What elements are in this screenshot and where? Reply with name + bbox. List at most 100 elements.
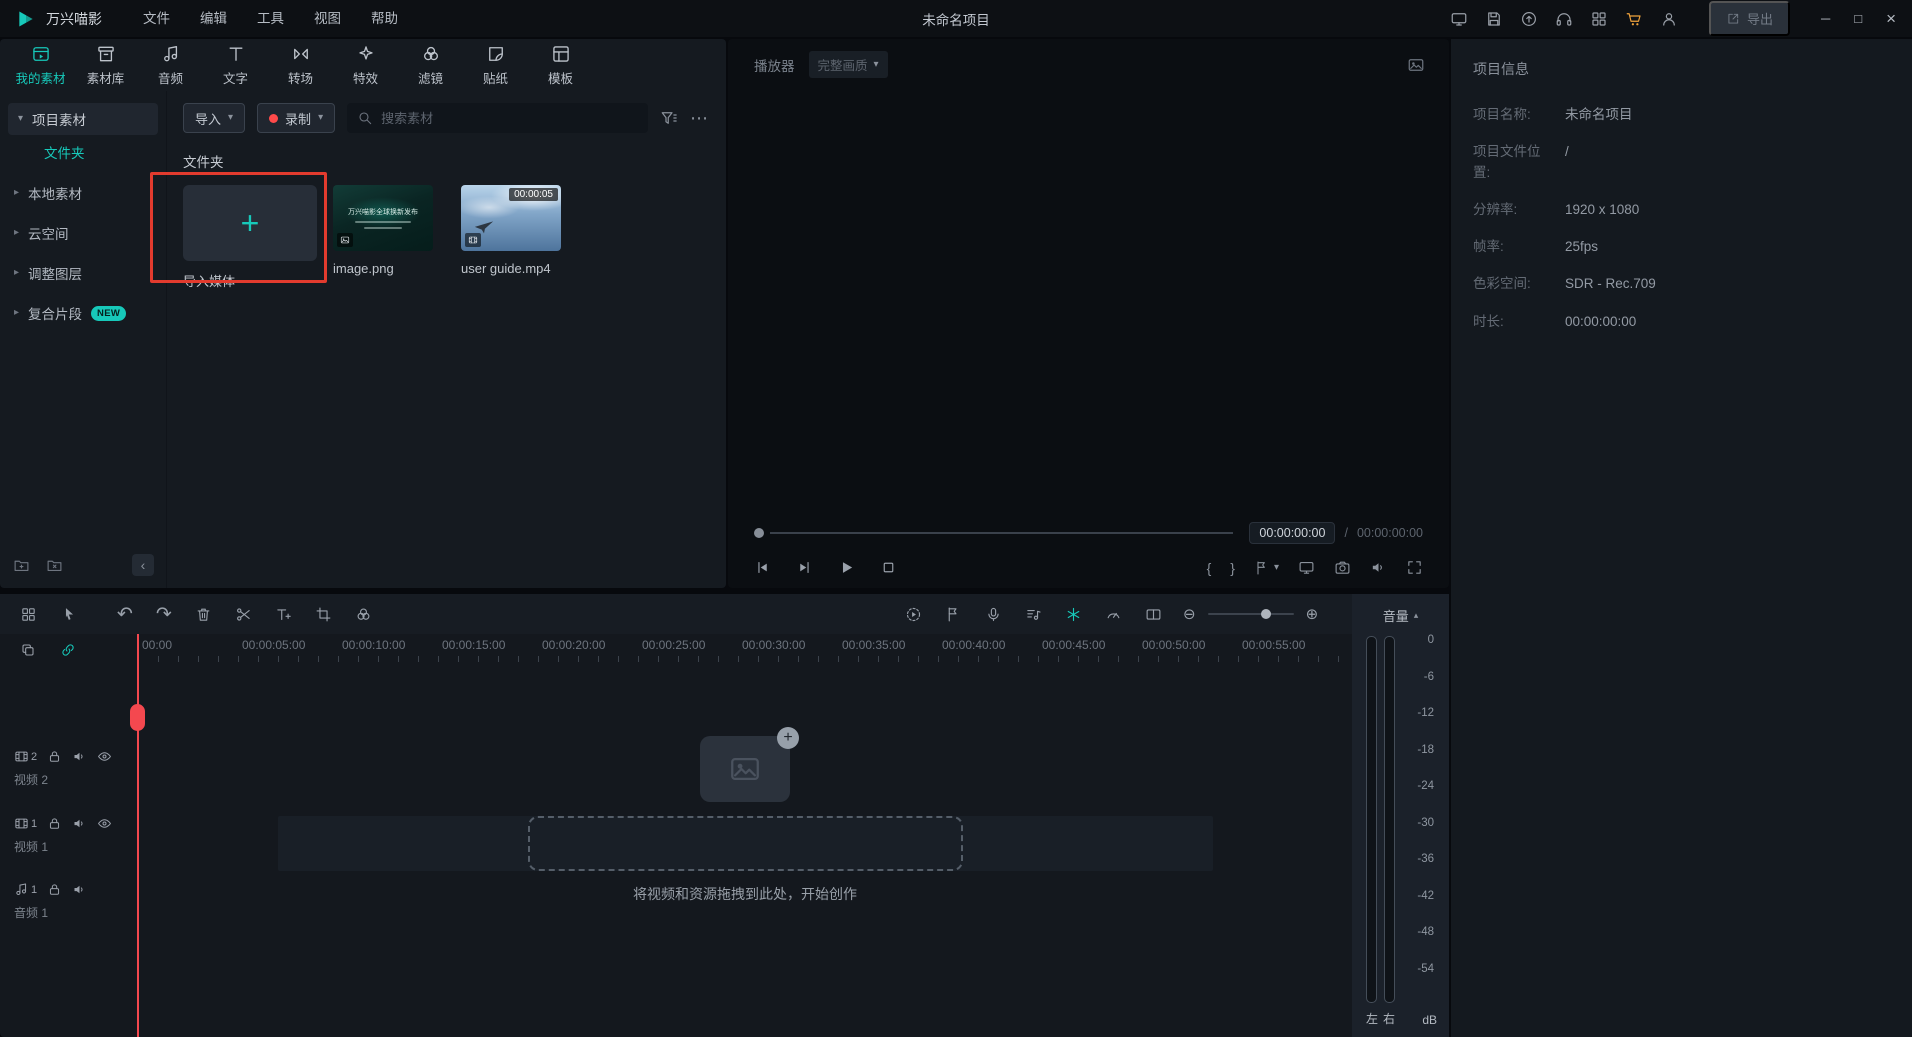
media-item-label: user guide.mp4: [461, 261, 573, 276]
timeline-dropzone[interactable]: [528, 816, 963, 871]
collapse-sidebar-button[interactable]: ‹: [132, 554, 154, 576]
search-box[interactable]: [347, 103, 648, 133]
search-input[interactable]: [381, 111, 638, 126]
menu-file[interactable]: 文件: [128, 0, 185, 37]
voiceover-button[interactable]: [985, 606, 1002, 623]
preview-compare-button[interactable]: [1407, 56, 1425, 74]
display-output-button[interactable]: [1298, 559, 1315, 576]
keyframe-button[interactable]: [1065, 606, 1082, 623]
support-button[interactable]: [1555, 10, 1573, 28]
mute-preview-button[interactable]: [1370, 559, 1387, 576]
zoom-out-button[interactable]: ⊖: [1183, 607, 1196, 622]
split-clip-button[interactable]: [235, 606, 252, 623]
sidebar-item-adjustment-layer[interactable]: ▸ 调整图层: [0, 253, 166, 293]
mute-track-button[interactable]: [72, 882, 87, 897]
stop-button[interactable]: [880, 559, 897, 576]
zoom-slider-knob[interactable]: [1261, 609, 1271, 619]
undo-button[interactable]: ↶: [117, 605, 133, 624]
video-thumbnail[interactable]: 00:00:05: [461, 185, 561, 251]
sidebar-item-cloud[interactable]: ▸ 云空间: [0, 213, 166, 253]
export-button[interactable]: 导出: [1709, 1, 1790, 36]
audio-to-text-button[interactable]: [1025, 606, 1042, 623]
mute-track-button[interactable]: [72, 749, 87, 764]
select-tool-button[interactable]: [61, 606, 78, 623]
mute-track-button[interactable]: [72, 816, 87, 831]
close-button[interactable]: ×: [1886, 10, 1896, 27]
tab-effects[interactable]: 特效: [333, 44, 398, 87]
store-cart-button[interactable]: [1625, 10, 1643, 28]
timeline-ruler[interactable]: 00:00 00:00:05:00 00:00:10:00 00:00:15:0…: [138, 638, 1352, 662]
menu-tools[interactable]: 工具: [242, 0, 299, 37]
link-clips-button[interactable]: [60, 642, 76, 658]
more-options-button[interactable]: ⋯: [690, 109, 708, 127]
lock-track-button[interactable]: [47, 749, 62, 764]
sidebar-item-project-media[interactable]: ▾ 项目素材: [8, 103, 158, 135]
delete-button[interactable]: [195, 606, 212, 623]
filter-button[interactable]: [660, 109, 678, 127]
maximize-button[interactable]: □: [1854, 12, 1862, 25]
sidebar-item-local-media[interactable]: ▸ 本地素材: [0, 173, 166, 213]
scrubber-track[interactable]: [770, 532, 1233, 534]
quality-dropdown[interactable]: 完整画质 ▾: [809, 51, 888, 78]
fullscreen-button[interactable]: [1406, 559, 1423, 576]
volume-meter-toggle[interactable]: 音量 ▴: [1352, 606, 1449, 625]
sidebar-item-folder[interactable]: 文件夹: [0, 135, 166, 173]
record-button[interactable]: 录制 ▾: [257, 103, 335, 133]
minimize-button[interactable]: ─: [1821, 12, 1830, 25]
video-type-icon: [465, 233, 481, 247]
mark-in-button[interactable]: {: [1207, 561, 1212, 575]
sidebar-item-compound-clip[interactable]: ▸ 复合片段 NEW: [0, 293, 166, 333]
tab-stock-library[interactable]: 素材库: [73, 44, 138, 87]
speed-button[interactable]: [1105, 606, 1122, 623]
marker-flag-icon: [1254, 560, 1270, 576]
track-label: 视频 1: [14, 838, 112, 855]
menu-edit[interactable]: 编辑: [185, 0, 242, 37]
tab-templates[interactable]: 模板: [528, 44, 593, 87]
zoom-slider[interactable]: [1208, 613, 1294, 615]
redo-button[interactable]: ↷: [156, 605, 172, 624]
media-item-image[interactable]: 万兴喵影全球换新发布 image.png: [333, 185, 445, 276]
lock-track-button[interactable]: [47, 882, 62, 897]
next-frame-button[interactable]: [796, 559, 813, 576]
import-button[interactable]: 导入 ▾: [183, 103, 245, 133]
scrubber-handle[interactable]: [754, 528, 764, 538]
menu-view[interactable]: 视图: [299, 0, 356, 37]
playhead-grip[interactable]: [130, 704, 145, 731]
play-button[interactable]: [838, 559, 855, 576]
device-switch-button[interactable]: [1450, 10, 1468, 28]
tab-text[interactable]: 文字: [203, 44, 268, 87]
image-thumbnail[interactable]: 万兴喵影全球换新发布: [333, 185, 433, 251]
snapshot-button[interactable]: [1334, 559, 1351, 576]
tab-stickers[interactable]: 贴纸: [463, 44, 528, 87]
split-view-button[interactable]: [1145, 606, 1162, 623]
marker-dropdown-button[interactable]: ▾: [1254, 560, 1279, 576]
tab-transitions[interactable]: 转场: [268, 44, 333, 87]
add-text-button[interactable]: [275, 606, 292, 623]
apps-grid-button[interactable]: [1590, 10, 1608, 28]
manage-tracks-button[interactable]: [20, 606, 37, 623]
import-media-card[interactable]: +: [183, 185, 317, 261]
tab-audio[interactable]: 音频: [138, 44, 203, 87]
cloud-upload-button[interactable]: [1520, 10, 1538, 28]
duplicate-button[interactable]: [20, 642, 36, 658]
mark-out-button[interactable]: }: [1230, 561, 1235, 575]
account-button[interactable]: [1660, 10, 1678, 28]
media-item-import[interactable]: + 导入媒体: [183, 185, 317, 290]
tab-filters[interactable]: 滤镜: [398, 44, 463, 87]
previous-frame-button[interactable]: [754, 559, 771, 576]
render-preview-button[interactable]: [905, 606, 922, 623]
hide-track-button[interactable]: [97, 816, 112, 831]
media-item-video[interactable]: 00:00:05 user guide.mp4: [461, 185, 573, 276]
chroma-key-button[interactable]: [355, 606, 372, 623]
menu-help[interactable]: 帮助: [356, 0, 413, 37]
crop-button[interactable]: [315, 606, 332, 623]
lock-track-button[interactable]: [47, 816, 62, 831]
tab-my-media[interactable]: 我的素材: [8, 44, 73, 87]
save-button[interactable]: [1485, 10, 1503, 28]
add-marker-button[interactable]: [945, 606, 962, 623]
zoom-in-button[interactable]: ⊕: [1306, 607, 1319, 622]
tracks-grid-icon: [20, 606, 37, 623]
delete-folder-button[interactable]: [46, 557, 63, 574]
hide-track-button[interactable]: [97, 749, 112, 764]
new-folder-button[interactable]: [13, 557, 30, 574]
